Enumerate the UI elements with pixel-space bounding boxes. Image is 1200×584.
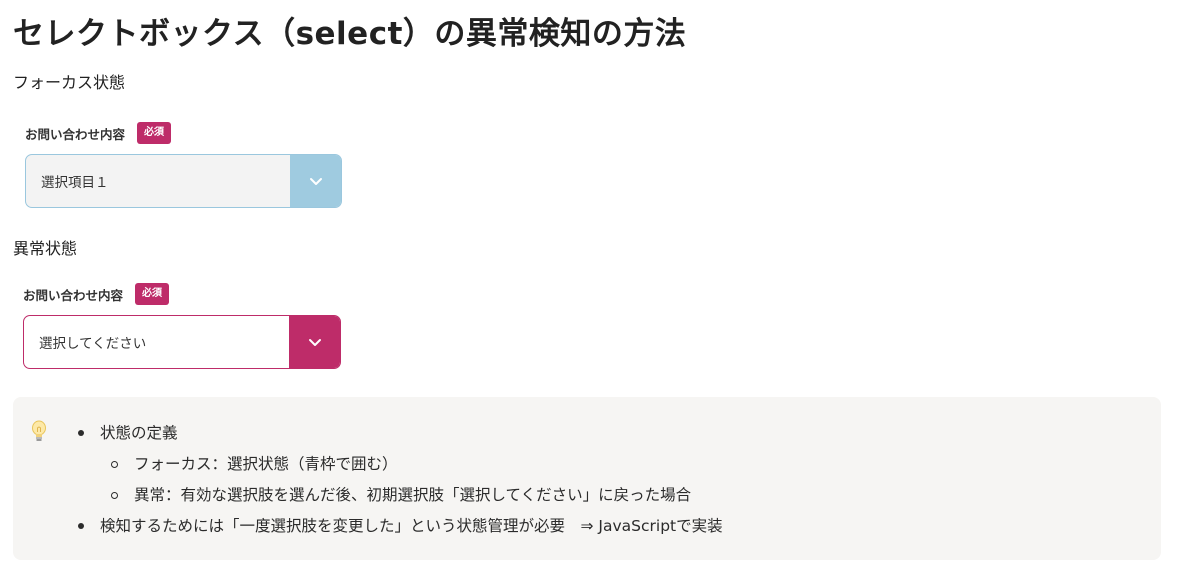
field-label-row: お問い合わせ内容 必須 bbox=[23, 282, 341, 306]
page-title: セレクトボックス（select）の異常検知の方法 bbox=[13, 16, 687, 52]
select-arrow-button[interactable] bbox=[289, 316, 340, 368]
select-value: 選択してください bbox=[39, 336, 147, 352]
list-item-text: フォーカス：選択状態（青枠で囲む） bbox=[134, 455, 398, 473]
select-arrow-button[interactable] bbox=[290, 155, 341, 207]
inquiry-select-focused[interactable]: 選択項目１ bbox=[25, 154, 342, 208]
field-label-row: お問い合わせ内容 必須 bbox=[25, 121, 342, 145]
bullet-circle bbox=[111, 461, 118, 468]
lightbulb-icon bbox=[32, 420, 46, 441]
list-item: 状態の定義 bbox=[77, 418, 723, 449]
focus-state-field: お問い合わせ内容 必須 選択項目１ bbox=[25, 121, 342, 211]
focus-state-heading: フォーカス状態 bbox=[13, 73, 126, 92]
select-value: 選択項目１ bbox=[41, 175, 109, 191]
required-badge: 必須 bbox=[137, 122, 172, 144]
list-item-text: 異常：有効な選択肢を選んだ後、初期選択肢「選択してください」に戻った場合 bbox=[134, 486, 692, 504]
callout-box: 状態の定義 フォーカス：選択状態（青枠で囲む） 異常：有効な選択肢を選んだ後、初… bbox=[13, 397, 1161, 560]
list-item: 検知するためには「一度選択肢を変更した」という状態管理が必要 ⇒ JavaScr… bbox=[77, 511, 723, 542]
field-label: お問い合わせ内容 bbox=[25, 126, 126, 142]
callout-list: 状態の定義 フォーカス：選択状態（青枠で囲む） 異常：有効な選択肢を選んだ後、初… bbox=[77, 418, 723, 542]
list-item: フォーカス：選択状態（青枠で囲む） bbox=[77, 449, 723, 480]
error-state-heading: 異常状態 bbox=[13, 239, 78, 258]
chevron-down-icon bbox=[308, 339, 321, 346]
error-state-field: お問い合わせ内容 必須 選択してください bbox=[23, 282, 341, 372]
list-item: 異常：有効な選択肢を選んだ後、初期選択肢「選択してください」に戻った場合 bbox=[77, 480, 723, 511]
list-item-text: 検知するためには「一度選択肢を変更した」という状態管理が必要 ⇒ JavaScr… bbox=[100, 517, 723, 535]
inquiry-select-error[interactable]: 選択してください bbox=[23, 315, 341, 369]
chevron-down-icon bbox=[309, 178, 322, 185]
required-badge: 必須 bbox=[135, 283, 170, 305]
bullet-disc bbox=[78, 523, 84, 529]
field-label: お問い合わせ内容 bbox=[23, 287, 124, 303]
bullet-disc bbox=[78, 430, 84, 436]
list-item-text: 状態の定義 bbox=[100, 424, 178, 442]
bullet-circle bbox=[111, 492, 118, 499]
